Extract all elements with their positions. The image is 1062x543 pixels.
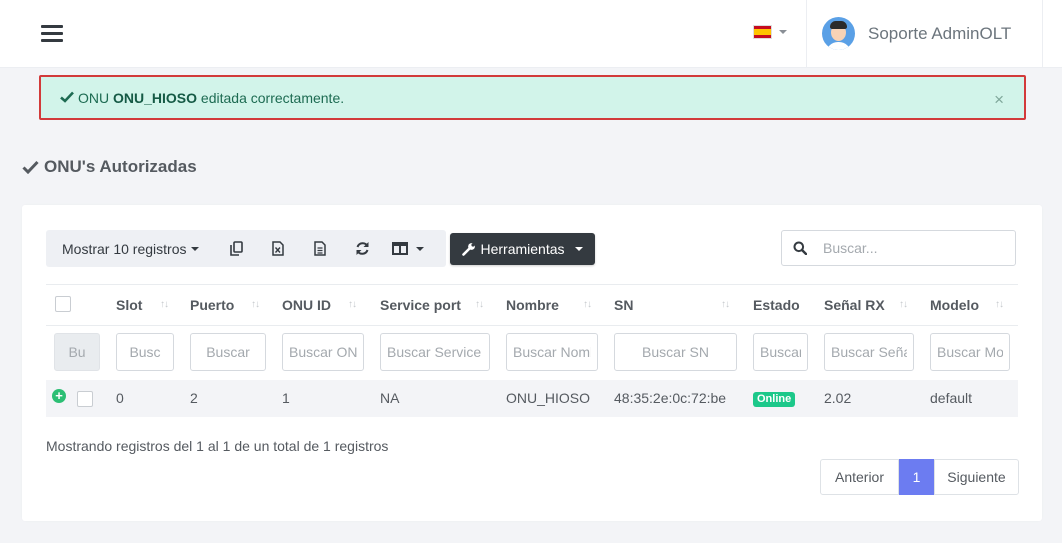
cell-modelo: default — [930, 390, 973, 406]
user-name: Soporte AdminOLT — [868, 23, 1012, 43]
sort-icon[interactable]: ↑↓ — [160, 285, 169, 325]
sort-icon[interactable]: ↑↓ — [348, 285, 357, 325]
pagination: Anterior 1 Siguiente — [820, 459, 1019, 495]
filter-input-service-port[interactable] — [380, 333, 490, 371]
sort-icon[interactable]: ↑↓ — [899, 285, 908, 325]
table-search — [781, 230, 1016, 266]
excel-icon[interactable] — [257, 230, 299, 267]
sort-icon[interactable]: ↑↓ — [995, 285, 1004, 325]
next-page-button[interactable]: Siguiente — [934, 459, 1019, 495]
table-row: + 0 2 1 NA ONU_HIOSO 48:35:2e:0c:72:be O… — [46, 380, 1018, 417]
row-checkbox[interactable] — [77, 391, 93, 407]
close-icon[interactable]: × — [994, 90, 1004, 110]
alert-message: ONU ONU_HIOSO editada correctamente. — [78, 89, 345, 106]
filter-input-slot[interactable] — [116, 333, 174, 371]
menu-toggle-icon[interactable] — [41, 25, 63, 43]
sort-icon[interactable]: ↑↓ — [721, 285, 730, 325]
column-header-modelo[interactable]: Modelo — [930, 285, 979, 325]
expand-row-icon[interactable]: + — [52, 389, 66, 403]
avatar — [822, 17, 855, 50]
column-header-service-port[interactable]: Service port — [380, 285, 461, 325]
column-header-slot[interactable]: Slot — [116, 285, 142, 325]
caret-down-icon — [779, 30, 787, 34]
alert-onu-name: ONU_HIOSO — [113, 89, 198, 106]
sort-icon[interactable]: ↑↓ — [583, 285, 592, 325]
user-menu[interactable]: Soporte AdminOLT — [806, 0, 1043, 67]
previous-page-button[interactable]: Anterior — [820, 459, 899, 495]
table-info: Mostrando registros del 1 al 1 de un tot… — [46, 438, 389, 454]
refresh-icon[interactable] — [341, 230, 383, 267]
status-badge: Online — [753, 392, 796, 407]
check-icon — [60, 90, 74, 106]
caret-down-icon — [191, 246, 200, 251]
page-1-button[interactable]: 1 — [899, 459, 934, 495]
cell-senal-rx: 2.02 — [824, 390, 852, 406]
column-header-senal-rx[interactable]: Señal RX — [824, 285, 885, 325]
sort-icon[interactable]: ↑↓ — [475, 285, 484, 325]
cell-slot: 0 — [116, 390, 124, 406]
column-header-estado[interactable]: Estado — [753, 285, 800, 325]
column-header-sn[interactable]: SN — [614, 285, 633, 325]
select-all-checkbox[interactable] — [55, 296, 71, 312]
column-header-onu-id[interactable]: ONU ID — [282, 285, 331, 325]
filter-input-select[interactable] — [54, 333, 100, 371]
filter-input-senal-rx[interactable] — [824, 333, 914, 371]
column-header-nombre[interactable]: Nombre — [506, 285, 559, 325]
table-header: Slot ↑↓ Puerto ↑↓ ONU ID ↑↓ Service port… — [46, 284, 1018, 326]
page-length-button[interactable]: Mostrar 10 registros — [46, 230, 215, 267]
filter-input-onu-id[interactable] — [282, 333, 364, 371]
caret-down-icon — [416, 246, 425, 251]
cell-nombre: ONU_HIOSO — [506, 390, 591, 406]
pdf-icon[interactable] — [299, 230, 341, 267]
copy-icon[interactable] — [215, 230, 257, 267]
top-navbar: Soporte AdminOLT — [0, 0, 1062, 68]
table-toolbar: Mostrar 10 registros — [46, 230, 446, 267]
table-card: Mostrar 10 registros Herramientas Buscar… — [22, 205, 1042, 521]
caret-down-icon — [574, 247, 583, 251]
cell-sn: 48:35:2e:0c:72:be — [614, 390, 727, 406]
language-selector[interactable] — [754, 25, 787, 39]
filter-input-nombre[interactable] — [506, 333, 598, 371]
sort-icon[interactable]: ↑↓ — [251, 285, 260, 325]
spain-flag-icon — [754, 26, 771, 38]
filter-input-sn[interactable] — [614, 333, 737, 371]
columns-icon[interactable] — [383, 230, 433, 267]
cell-onu-id: 1 — [282, 390, 290, 406]
cell-service-port: NA — [380, 390, 400, 406]
search-input[interactable] — [821, 239, 1005, 257]
cell-puerto: 2 — [190, 390, 198, 406]
success-alert: ONU ONU_HIOSO editada correctamente. × — [39, 75, 1026, 120]
check-icon — [22, 160, 39, 174]
filter-input-puerto[interactable] — [190, 333, 266, 371]
tools-dropdown-button[interactable]: Herramientas — [450, 233, 595, 265]
filter-input-estado[interactable] — [753, 333, 808, 371]
filter-row — [46, 325, 1018, 379]
page-title: ONU's Autorizadas — [22, 157, 197, 177]
wrench-icon — [462, 243, 476, 256]
column-header-puerto[interactable]: Puerto — [190, 285, 234, 325]
search-icon — [793, 241, 807, 255]
filter-input-modelo[interactable] — [930, 333, 1010, 371]
